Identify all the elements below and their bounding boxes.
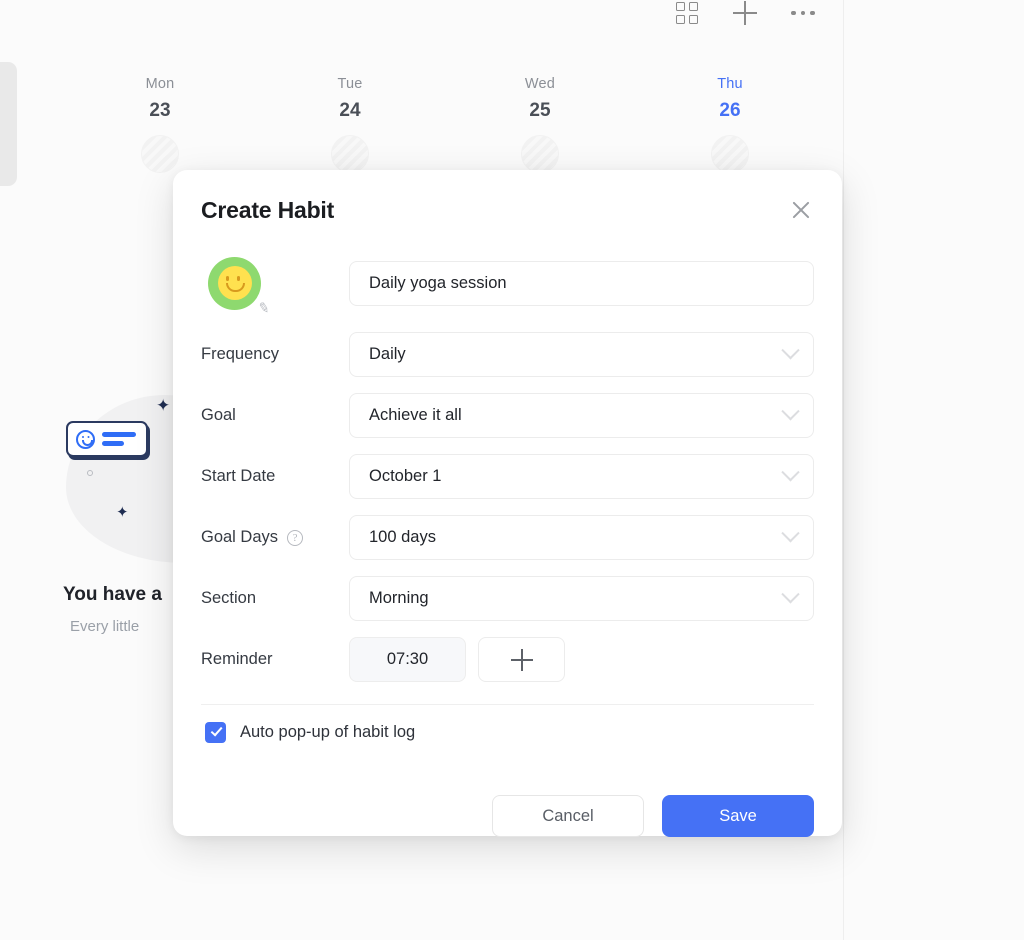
frequency-row: Frequency Daily	[201, 324, 814, 385]
grid-icon	[676, 2, 698, 24]
section-value: Morning	[369, 589, 429, 607]
dialog-footer: Cancel Save	[201, 795, 814, 837]
goal-days-select[interactable]: 100 days	[349, 515, 814, 560]
habit-name-row: ✎ Daily yoga session	[201, 242, 814, 324]
dot-decoration	[87, 470, 93, 476]
grid-view-button[interactable]	[672, 0, 702, 28]
chevron-down-icon	[781, 463, 800, 482]
habit-name-value: Daily yoga session	[369, 273, 507, 292]
smiley-face-icon	[208, 256, 261, 310]
sparkle-icon: ✦	[156, 396, 171, 415]
more-horizontal-icon	[791, 10, 815, 16]
goal-select[interactable]: Achieve it all	[349, 393, 814, 438]
day-name: Thu	[717, 76, 743, 92]
habit-slot-circle[interactable]	[331, 135, 369, 173]
day-name: Mon	[145, 76, 175, 92]
reminder-time-value: 07:30	[386, 650, 429, 668]
frequency-value: Daily	[369, 345, 406, 363]
chevron-down-icon	[781, 341, 800, 360]
auto-popup-checkbox[interactable]	[205, 721, 226, 743]
sparkle-icon: ✦	[116, 504, 129, 521]
add-reminder-button[interactable]	[478, 637, 565, 682]
dialog-title: Create Habit	[201, 196, 335, 223]
day-number: 26	[719, 100, 741, 121]
habit-card-illustration	[66, 421, 148, 457]
habit-name-input[interactable]: Daily yoga session	[349, 260, 814, 306]
day-name: Wed	[524, 76, 556, 92]
frequency-label: Frequency	[201, 345, 279, 363]
goal-days-label: Goal Days	[201, 528, 279, 546]
close-icon[interactable]	[786, 195, 816, 225]
goal-days-row: Goal Days ? 100 days	[201, 507, 814, 568]
goal-label: Goal	[201, 406, 236, 424]
habit-slot-circle[interactable]	[141, 135, 179, 173]
day-column-tue[interactable]: Tue 24	[255, 76, 445, 173]
app-root: Mon 23 Tue 24 Wed 25 Thu 26 ✦ ✦ You have…	[0, 0, 1024, 940]
chevron-down-icon	[781, 402, 800, 421]
pencil-icon[interactable]: ✎	[257, 298, 275, 317]
reminder-time-chip[interactable]: 07:30	[349, 637, 466, 682]
frequency-select[interactable]: Daily	[349, 332, 814, 377]
day-column-mon[interactable]: Mon 23	[65, 76, 255, 173]
chevron-down-icon	[781, 585, 800, 604]
goal-days-label-group: Goal Days ?	[201, 528, 349, 547]
day-name: Tue	[337, 76, 363, 92]
panel-divider	[843, 0, 844, 940]
start-date-label: Start Date	[201, 467, 276, 485]
day-column-wed[interactable]: Wed 25	[445, 76, 635, 173]
day-number: 25	[529, 100, 551, 121]
left-rail-panel	[0, 62, 17, 186]
section-label: Section	[201, 589, 257, 607]
save-button[interactable]: Save	[662, 795, 814, 837]
habit-slot-circle[interactable]	[521, 135, 559, 173]
goal-row: Goal Achieve it all	[201, 385, 814, 446]
start-date-row: Start Date October 1	[201, 446, 814, 507]
chevron-down-icon	[781, 524, 800, 543]
goal-days-value: 100 days	[369, 528, 436, 546]
cancel-button[interactable]: Cancel	[492, 795, 644, 837]
week-strip: Mon 23 Tue 24 Wed 25 Thu 26	[65, 76, 825, 173]
day-number: 24	[339, 100, 361, 121]
habit-slot-circle[interactable]	[711, 135, 749, 173]
plus-icon	[733, 1, 757, 25]
avatar-column: ✎	[201, 256, 349, 316]
day-number: 23	[149, 100, 171, 121]
help-icon[interactable]: ?	[287, 529, 304, 546]
section-select[interactable]: Morning	[349, 576, 814, 621]
start-date-value: October 1	[369, 467, 442, 485]
day-column-thu[interactable]: Thu 26	[635, 76, 825, 173]
smiley-face-icon	[76, 429, 95, 449]
reminder-label: Reminder	[201, 650, 273, 668]
section-row: Section Morning	[201, 568, 814, 629]
auto-popup-row[interactable]: Auto pop-up of habit log	[201, 705, 814, 759]
reminder-row: Reminder 07:30	[201, 629, 814, 690]
auto-popup-label: Auto pop-up of habit log	[240, 722, 416, 741]
start-date-select[interactable]: October 1	[349, 454, 814, 499]
add-button[interactable]	[730, 0, 760, 28]
more-options-button[interactable]	[788, 0, 818, 28]
goal-value: Achieve it all	[369, 406, 462, 424]
top-toolbar	[672, 0, 818, 28]
habit-avatar[interactable]: ✎	[208, 256, 271, 316]
dialog-header: Create Habit	[201, 170, 814, 242]
text-lines	[102, 432, 136, 446]
create-habit-dialog: Create Habit ✎ Daily yoga session Freque…	[173, 170, 842, 837]
